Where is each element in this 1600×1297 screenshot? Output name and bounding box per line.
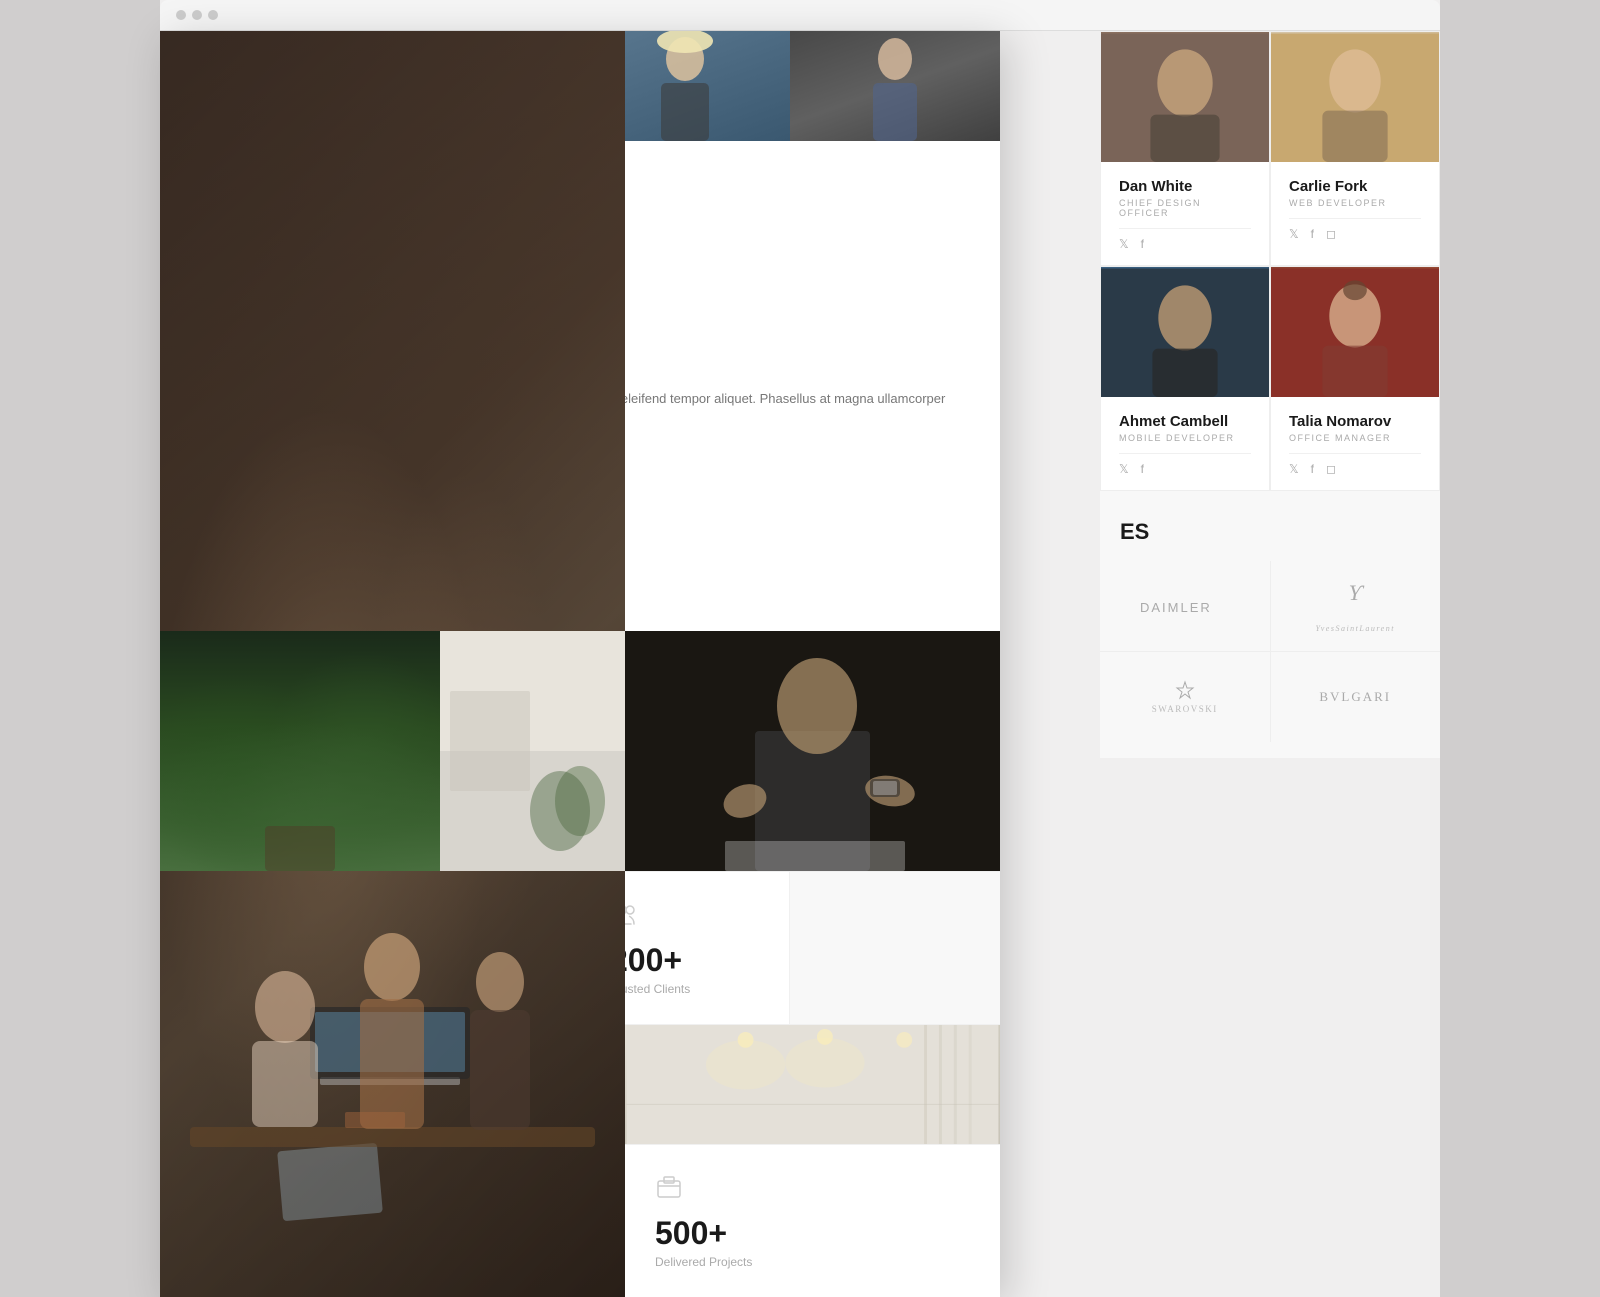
- brand-ysl-inner: Ƴ YvesSaintLaurent: [1316, 580, 1395, 633]
- social-icons-ahmet: 𝕏 f: [1119, 453, 1251, 476]
- team-role-ahmet: MOBILE DEVELOPER: [1119, 433, 1251, 443]
- team-info-ahmet: Ahmet Cambell MOBILE DEVELOPER 𝕏 f: [1101, 397, 1269, 490]
- brands-section: ES DAIMLER Ƴ: [1100, 491, 1440, 758]
- team-info-carlie: Carlie Fork WEB DEVELOPER 𝕏 f ◻: [1271, 162, 1439, 255]
- team-photo-ahmet: [1101, 267, 1269, 397]
- svg-text:DAIMLER: DAIMLER: [1140, 600, 1212, 615]
- team-card-ahmet: Ahmet Cambell MOBILE DEVELOPER 𝕏 f: [1100, 266, 1270, 491]
- photo-office: [440, 631, 625, 871]
- brands-title: ES: [1100, 507, 1440, 561]
- left-panel: ABOUT US WE TRY OUR BEST TO DELIVER OUR …: [160, 31, 1000, 1297]
- team-name-carlie: Carlie Fork: [1289, 178, 1421, 195]
- brand-daimler: DAIMLER: [1100, 561, 1270, 651]
- projects-icon: [655, 1173, 970, 1207]
- browser-dot-3: [208, 10, 218, 20]
- twitter-icon-4[interactable]: 𝕏: [1289, 462, 1299, 476]
- stat-projects: 500+ Delivered Projects: [625, 1145, 1000, 1297]
- main-content: ABOUT US WE TRY OUR BEST TO DELIVER OUR …: [160, 31, 1440, 1297]
- instagram-icon-4[interactable]: ◻: [1326, 462, 1336, 476]
- browser-chrome: [160, 0, 1440, 31]
- stat-clients-label: Trusted Clients: [610, 982, 761, 996]
- right-panel: Dan White CHIEF DESIGN OFFICER 𝕏 f: [1100, 31, 1440, 758]
- team-role-carlie: WEB DEVELOPER: [1289, 198, 1421, 208]
- about-section: ABOUT US WE TRY OUR BEST TO DELIVER OUR …: [160, 141, 1000, 631]
- team-photo-talia: [1271, 267, 1439, 397]
- swarovski-text: SWAROVSKI: [1152, 704, 1218, 714]
- team-role-talia: OFFICE MANAGER: [1289, 433, 1421, 443]
- top-photo-4: [790, 31, 1000, 141]
- photo-meeting: [625, 631, 1000, 871]
- svg-text:Ƴ: Ƴ: [1349, 580, 1365, 605]
- photo-interior: [625, 1024, 1000, 1144]
- team-info-dan: Dan White CHIEF DESIGN OFFICER 𝕏 f: [1101, 162, 1269, 265]
- stat-spacer-2: [790, 872, 1000, 1024]
- team-card-carlie: Carlie Fork WEB DEVELOPER 𝕏 f ◻: [1270, 31, 1440, 266]
- stat-projects-label: Delivered Projects: [655, 1255, 970, 1269]
- team-name-dan: Dan White: [1119, 178, 1251, 195]
- brand-ysl: Ƴ YvesSaintLaurent: [1271, 561, 1441, 651]
- team-info-talia: Talia Nomarov OFFICE MANAGER 𝕏 f ◻: [1271, 397, 1439, 490]
- brands-grid: DAIMLER Ƴ YvesSaintLaurent: [1100, 561, 1440, 742]
- stat-projects-number: 500+: [655, 1217, 970, 1249]
- team-card-talia: Talia Nomarov OFFICE MANAGER 𝕏 f ◻: [1270, 266, 1440, 491]
- social-icons-carlie: 𝕏 f ◻: [1289, 218, 1421, 241]
- facebook-icon-2[interactable]: f: [1311, 227, 1314, 241]
- instagram-icon-2[interactable]: ◻: [1326, 227, 1336, 241]
- photo-plant: [160, 631, 440, 871]
- team-photo-carlie: [1271, 32, 1439, 162]
- social-icons-talia: 𝕏 f ◻: [1289, 453, 1421, 476]
- stat-clients-number: 200+: [610, 944, 761, 976]
- bvlgari-text: BVLGARI: [1319, 689, 1391, 705]
- twitter-icon[interactable]: 𝕏: [1119, 237, 1129, 251]
- brand-swarovski: SWAROVSKI: [1100, 652, 1270, 742]
- twitter-icon-2[interactable]: 𝕏: [1289, 227, 1299, 241]
- page-wrapper: ABOUT US WE TRY OUR BEST TO DELIVER OUR …: [160, 0, 1440, 1297]
- team-role-dan: CHIEF DESIGN OFFICER: [1119, 198, 1251, 218]
- team-grid: Dan White CHIEF DESIGN OFFICER 𝕏 f: [1100, 31, 1440, 491]
- browser-dot-1: [176, 10, 186, 20]
- brand-bvlgari: BVLGARI: [1271, 652, 1441, 742]
- facebook-icon-4[interactable]: f: [1311, 462, 1314, 476]
- facebook-icon[interactable]: f: [1141, 237, 1144, 251]
- team-photo-dan: [1101, 32, 1269, 162]
- team-name-talia: Talia Nomarov: [1289, 413, 1421, 430]
- brand-swarovski-inner: SWAROVSKI: [1152, 680, 1218, 714]
- ysl-text: YvesSaintLaurent: [1316, 624, 1395, 633]
- brand-name-daimler: DAIMLER: [1140, 590, 1230, 623]
- people-icon: [610, 900, 761, 934]
- facebook-icon-3[interactable]: f: [1141, 462, 1144, 476]
- team-name-ahmet: Ahmet Cambell: [1119, 413, 1251, 430]
- photo-grid: [160, 631, 1000, 871]
- browser-dot-2: [192, 10, 202, 20]
- team-card-dan: Dan White CHIEF DESIGN OFFICER 𝕏 f: [1100, 31, 1270, 266]
- social-icons-dan: 𝕏 f: [1119, 228, 1251, 251]
- twitter-icon-3[interactable]: 𝕏: [1119, 462, 1129, 476]
